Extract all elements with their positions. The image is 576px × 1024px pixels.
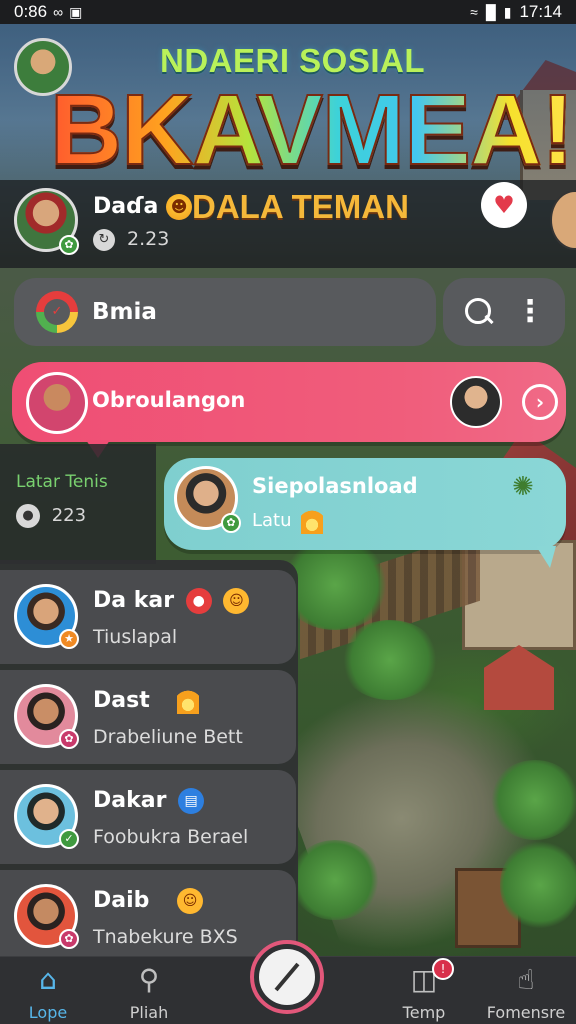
search-actions: ⋮: [443, 278, 565, 346]
leaf-badge-icon: ✿: [221, 513, 241, 533]
list-item-subtitle: Foobukra Berael: [93, 826, 249, 848]
status-badge-icon: ✓: [59, 829, 79, 849]
sticker-icon: ●: [185, 588, 212, 614]
nav-home-label: Lope: [28, 1003, 68, 1022]
palm-tree: [490, 760, 576, 840]
search-icon[interactable]: [463, 296, 495, 328]
banner-avatar-secondary: [450, 376, 502, 428]
list-item[interactable]: ✿ Daib ☺ Tnabekure BXS: [0, 870, 296, 956]
section-count-value: 223: [51, 505, 87, 526]
chat-selector-label: Bmia: [92, 299, 157, 325]
section-title: Latar Tenis: [16, 472, 108, 492]
chat-list: ★ Da kar ● ☺ Tiuslapal ✿ Dast Drabeliune…: [0, 560, 298, 956]
nav-profile-label: Fomensre: [486, 1003, 566, 1022]
list-item-name: Dast: [93, 688, 200, 714]
list-item-name: Da kar ● ☺: [93, 588, 250, 614]
wifi-icon: ≈: [470, 4, 478, 20]
message-preview: Latu: [252, 508, 324, 534]
status-time-left: 0:86: [14, 2, 48, 21]
list-item-subtitle: Drabeliune Bett: [93, 726, 243, 748]
heart-location-button[interactable]: ♥: [481, 182, 527, 228]
palm-tree: [290, 840, 380, 920]
avatar: ✓: [14, 784, 79, 849]
nav-search-label: Pliah: [129, 1003, 169, 1022]
signal-icon: █: [485, 4, 496, 20]
profile-name-text: Daɗa: [93, 194, 159, 219]
battery-icon: ▮: [503, 3, 512, 20]
chat-selector[interactable]: ✓ Bmia: [14, 278, 436, 346]
leaf-icon: ✺: [512, 472, 534, 502]
header: NDAERI SOSIAL BKAVMEA! ✿ Daɗa ☻ DALA TEM…: [0, 24, 576, 268]
nav-home[interactable]: ⌂ Lope: [0, 963, 98, 1022]
smirk-emoji-icon: ☺: [177, 888, 204, 914]
nav-inbox[interactable]: ◫ Temp: [374, 963, 474, 1022]
status-badge-icon: ✿: [59, 929, 79, 949]
profile-score-value: 2.23: [127, 228, 170, 250]
message-avatar: ✿: [174, 466, 241, 533]
list-item-name-text: Daib: [93, 888, 150, 913]
status-badge-icon: ★: [59, 629, 79, 649]
home-icon: ⌂: [39, 963, 57, 996]
status-bar: 0:86 ∞ ▣ ≈ █ ▮ 17:14: [0, 0, 576, 24]
grin-emoji-icon: ☻: [166, 194, 193, 220]
notification-badge: !: [432, 958, 454, 980]
more-options-icon[interactable]: ⋮: [515, 297, 545, 327]
list-item-name-text: Da kar: [93, 588, 175, 613]
status-time-right: 17:14: [519, 2, 562, 21]
search-icon: ⚲: [138, 963, 160, 996]
profile-name: Daɗa ☻: [93, 194, 193, 220]
banner-avatar: [26, 372, 88, 434]
chevron-right-icon[interactable]: ›: [522, 384, 558, 420]
pencil-icon: [259, 949, 315, 1005]
list-item-name: Dakar ▤: [93, 788, 205, 814]
profile-avatar[interactable]: ✿: [14, 188, 79, 255]
list-item[interactable]: ✓ Dakar ▤ Foobukra Berael: [0, 770, 296, 864]
coin-icon: ↻: [93, 228, 115, 251]
list-item-subtitle: Tnabekure BXS: [93, 926, 238, 948]
fire-icon: [301, 508, 324, 534]
list-item[interactable]: ★ Da kar ● ☺ Tiuslapal: [0, 570, 296, 664]
message-preview-text: Latu: [252, 510, 292, 531]
list-item-subtitle: Tiuslapal: [93, 626, 178, 648]
list-item-name: Daib ☺: [93, 888, 204, 914]
smile-emoji-icon: ☺: [223, 588, 250, 614]
palm-tree: [340, 620, 440, 700]
fire-icon: [177, 688, 200, 714]
notification-icon: ∞: [53, 4, 64, 20]
list-item-name-text: Dast: [93, 688, 150, 713]
palm-tree: [500, 840, 576, 930]
status-badge-icon: ✿: [59, 729, 79, 749]
gift-icon: ▤: [178, 788, 205, 814]
tagline: DALA TEMAN: [192, 188, 409, 225]
avatar: ✿: [14, 884, 79, 949]
message-bubble[interactable]: ✿ Siepolasnload Latu ✺: [164, 458, 566, 568]
compose-button[interactable]: [250, 940, 324, 1014]
chat-bubble-icon: ✓: [36, 291, 78, 333]
banner-label: Obroulangon: [92, 388, 246, 412]
profile-score: ↻ 2.23: [93, 228, 169, 251]
avatar: ★: [14, 584, 79, 649]
touch-icon: ☝: [517, 963, 535, 996]
leaf-badge-icon: ✿: [59, 235, 79, 255]
list-item[interactable]: ✿ Dast Drabeliune Bett: [0, 670, 296, 764]
featured-chat-banner[interactable]: Obroulangon ›: [12, 362, 566, 458]
nav-search[interactable]: ⚲ Pliah: [99, 963, 199, 1022]
page-title: BKAVMEA!: [49, 74, 575, 186]
avatar: ✿: [14, 684, 79, 749]
message-sender: Siepolasnload: [252, 474, 418, 498]
section-count: ● 223: [16, 504, 86, 528]
list-item-name-text: Dakar: [93, 788, 167, 813]
nav-inbox-label: Temp: [402, 1003, 446, 1022]
coin-icon: ●: [16, 504, 40, 528]
nav-profile[interactable]: ☝ Fomensre: [476, 963, 576, 1022]
image-icon: ▣: [69, 3, 83, 20]
inbox-icon: ◫: [410, 963, 438, 996]
